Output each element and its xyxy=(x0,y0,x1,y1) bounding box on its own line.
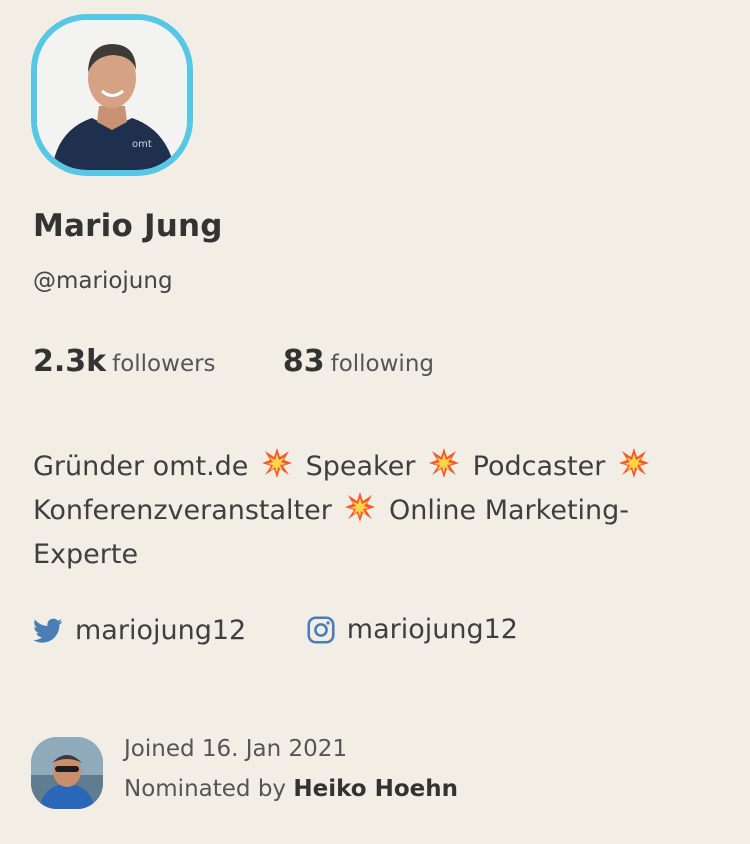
instagram-username: mariojung12 xyxy=(346,614,518,645)
bio-part: Speaker xyxy=(305,451,416,482)
collision-emoji-icon xyxy=(429,448,460,478)
profile-bio: Gründer omt.de Speaker Podcaster Konfere… xyxy=(33,445,723,577)
joined-date: Joined 16. Jan 2021 xyxy=(124,736,348,762)
instagram-link[interactable]: mariojung12 xyxy=(307,614,518,645)
profile-name: Mario Jung xyxy=(33,208,223,244)
twitter-link[interactable]: mariojung12 xyxy=(33,615,246,646)
nominated-prefix: Nominated by xyxy=(124,776,287,802)
following-stat[interactable]: 83 following xyxy=(283,344,434,379)
collision-emoji-icon xyxy=(618,448,649,478)
collision-emoji-icon xyxy=(262,448,293,478)
nominator-photo xyxy=(31,737,103,809)
instagram-icon xyxy=(307,615,335,644)
collision-emoji-icon xyxy=(345,492,376,522)
profile-avatar[interactable]: omt xyxy=(31,14,193,176)
twitter-username: mariojung12 xyxy=(75,615,247,646)
bio-part: Podcaster xyxy=(472,451,606,482)
profile-handle: @mariojung xyxy=(33,268,173,294)
following-label: following xyxy=(330,351,434,377)
profile-stats: 2.3k followers 83 following xyxy=(33,344,434,379)
followers-stat[interactable]: 2.3k followers xyxy=(33,344,216,379)
nominator-name[interactable]: Heiko Hoehn xyxy=(293,776,458,802)
bio-part: Konferenzveranstalter xyxy=(33,495,332,526)
svg-text:omt: omt xyxy=(132,139,152,150)
social-links: mariojung12 mariojung12 xyxy=(33,614,518,651)
profile-photo: omt xyxy=(37,20,187,170)
nominator-avatar[interactable] xyxy=(31,737,103,809)
nominated-by: Nominated by Heiko Hoehn xyxy=(124,776,458,802)
following-count: 83 xyxy=(282,344,325,379)
profile-photo-illustration: omt xyxy=(37,20,187,170)
followers-count: 2.3k xyxy=(33,344,107,379)
followers-label: followers xyxy=(112,351,216,377)
bio-part: Gründer omt.de xyxy=(33,451,249,482)
twitter-icon xyxy=(33,618,63,643)
